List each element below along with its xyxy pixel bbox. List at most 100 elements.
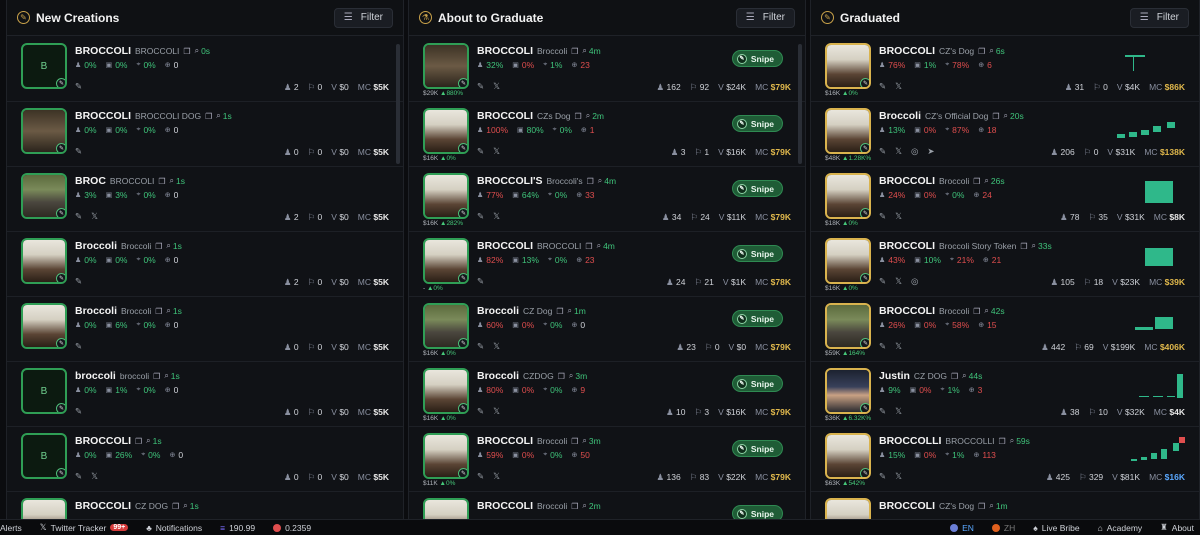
x-icon[interactable]: 𝕏 xyxy=(493,211,500,222)
x-icon[interactable]: 𝕏 xyxy=(895,406,902,417)
search-icon[interactable]: ⌕ xyxy=(195,46,199,56)
token-name[interactable]: Broccoli xyxy=(477,305,519,317)
token-thumbnail[interactable]: ✎ xyxy=(825,238,871,284)
link-icon[interactable]: ✎ xyxy=(477,146,484,157)
token-card[interactable]: ✎ $36K ▲6.32K% Justin CZ DOG ❐ ⌕ 44s ♟ 9% ▣… xyxy=(811,362,1199,427)
token-thumbnail[interactable]: B ✎ xyxy=(21,43,67,89)
copy-icon[interactable]: ❐ xyxy=(999,437,1006,446)
token-thumbnail[interactable]: ✎ xyxy=(423,498,469,519)
x-icon[interactable]: 𝕏 xyxy=(493,406,500,417)
snipe-button[interactable]: ✎ Snipe xyxy=(731,505,783,519)
token-card[interactable]: ✎ BROCCOLI CZ's Dog ❐ ⌕ 1m xyxy=(811,492,1199,519)
token-card[interactable]: ✎ $29K ▲880% BROCCOLI Broccoli ❐ ⌕ 4m ♟ 32%… xyxy=(409,37,805,102)
token-card[interactable]: ✎ Broccoli Broccoli ❐ ⌕ 1s ♟ 0% ▣ 6% ⌖ 0% ⊕ 0… xyxy=(7,297,403,362)
copy-icon[interactable]: ❐ xyxy=(153,372,160,381)
copy-icon[interactable]: ❐ xyxy=(183,47,190,56)
filter-button[interactable]: ☰ Filter xyxy=(333,7,393,28)
link-icon[interactable]: ✎ xyxy=(879,276,886,287)
snipe-button[interactable]: ✎ Snipe xyxy=(731,245,783,262)
about-link[interactable]: ♜ About xyxy=(1160,522,1194,533)
link-icon[interactable]: ✎ xyxy=(879,81,886,92)
token-name[interactable]: BROCCOLI xyxy=(879,305,935,317)
search-icon[interactable]: ⌕ xyxy=(569,371,573,381)
token-card[interactable]: ✎ $59K ▲164% BROCCOLI Broccoli ❐ ⌕ 42s ♟ 26… xyxy=(811,297,1199,362)
token-thumbnail[interactable]: B ✎ xyxy=(21,368,67,414)
token-name[interactable]: BROCCOLI xyxy=(477,435,533,447)
link-icon[interactable]: ✎ xyxy=(879,211,886,222)
snipe-button[interactable]: ✎ Snipe xyxy=(731,440,783,457)
token-card[interactable]: B ✎ broccoli broccoli ❐ ⌕ 1s ♟ 0% ▣ 1% ⌖ 0% ⊕… xyxy=(7,362,403,427)
alerts-link[interactable]: Alerts xyxy=(0,523,22,533)
token-card[interactable]: ✎ $18K ▲0% BROCCOLI Broccoli ❐ ⌕ 26s ♟ 24% … xyxy=(811,167,1199,232)
copy-icon[interactable]: ❐ xyxy=(135,437,142,446)
token-name[interactable]: BROCCOLI xyxy=(477,240,533,252)
token-card[interactable]: B ✎ BROCCOLI BROCCOLI ❐ ⌕ 0s ♟ 0% ▣ 0% ⌖ 0% ⊕… xyxy=(7,37,403,102)
x-icon[interactable]: 𝕏 xyxy=(493,146,500,157)
token-name[interactable]: Broccoli xyxy=(477,370,519,382)
token-name[interactable]: BROCCOLI xyxy=(477,45,533,57)
token-name[interactable]: BROCCOLI xyxy=(477,110,533,122)
token-thumbnail[interactable]: ✎ xyxy=(423,108,469,154)
token-thumbnail[interactable]: B ✎ xyxy=(21,433,67,479)
token-thumbnail[interactable]: ✎ xyxy=(21,173,67,219)
token-name[interactable]: BROCCOLI'S xyxy=(477,175,543,187)
token-card[interactable]: ✎ $16K ▲282% BROCCOLI'S Broccoli's ❐ ⌕ 4m … xyxy=(409,167,805,232)
snipe-button[interactable]: ✎ Snipe xyxy=(731,375,783,392)
token-name[interactable]: BROCCOLI xyxy=(879,240,935,252)
x-icon[interactable]: 𝕏 xyxy=(895,276,902,287)
website-icon[interactable]: ◎ xyxy=(911,276,918,287)
token-name[interactable]: BROCCOLI xyxy=(879,500,935,512)
link-icon[interactable]: ✎ xyxy=(879,146,886,157)
token-card[interactable]: ✎ $48K ▲1.28K% Broccoli CZ's Official Dog … xyxy=(811,102,1199,167)
snipe-button[interactable]: ✎ Snipe xyxy=(731,310,783,327)
website-icon[interactable]: ◎ xyxy=(911,146,918,157)
academy-link[interactable]: ⌂ Academy xyxy=(1098,523,1143,533)
snipe-button[interactable]: ✎ Snipe xyxy=(731,50,783,67)
search-icon[interactable]: ⌕ xyxy=(582,436,586,446)
token-thumbnail[interactable]: ✎ xyxy=(423,43,469,89)
token-name[interactable]: BROCCOLI xyxy=(75,435,131,447)
copy-icon[interactable]: ❐ xyxy=(973,177,980,186)
token-card[interactable]: ✎ BROC BROCCOLI ❐ ⌕ 1s ♟ 3% ▣ 3% ⌖ 0% ⊕ 0 ✎ 𝕏 … xyxy=(7,167,403,232)
token-name[interactable]: BROCCOLLI xyxy=(879,435,941,447)
lang-zh-button[interactable]: ZH xyxy=(991,523,1015,533)
copy-icon[interactable]: ❐ xyxy=(556,307,563,316)
token-name[interactable]: BROCCOLI xyxy=(75,110,131,122)
link-icon[interactable]: ✎ xyxy=(477,276,484,287)
token-name[interactable]: BROCCOLI xyxy=(879,45,935,57)
copy-icon[interactable]: ❐ xyxy=(575,112,582,121)
search-icon[interactable]: ⌕ xyxy=(1010,436,1014,446)
token-thumbnail[interactable]: ✎ xyxy=(423,433,469,479)
token-card[interactable]: ✎ $16K ▲0% Broccoli CZDOG ❐ ⌕ 3m ♟ 80% ▣ 0% … xyxy=(409,362,805,427)
token-name[interactable]: BROCCOLI xyxy=(75,45,131,57)
search-icon[interactable]: ⌕ xyxy=(166,306,170,316)
link-icon[interactable]: ✎ xyxy=(75,81,82,92)
copy-icon[interactable]: ❐ xyxy=(172,502,179,511)
copy-icon[interactable]: ❐ xyxy=(951,372,958,381)
notifications-button[interactable]: ♣ Notifications xyxy=(146,523,202,533)
x-icon[interactable]: 𝕏 xyxy=(895,211,902,222)
copy-icon[interactable]: ❐ xyxy=(587,177,594,186)
copy-icon[interactable]: ❐ xyxy=(155,242,162,251)
token-thumbnail[interactable]: ✎ xyxy=(825,368,871,414)
link-icon[interactable]: ✎ xyxy=(75,406,82,417)
copy-icon[interactable]: ❐ xyxy=(571,47,578,56)
search-icon[interactable]: ⌕ xyxy=(146,436,150,446)
scrollbar[interactable] xyxy=(798,44,802,164)
copy-icon[interactable]: ❐ xyxy=(571,437,578,446)
search-icon[interactable]: ⌕ xyxy=(989,46,993,56)
token-thumbnail[interactable]: ✎ xyxy=(21,108,67,154)
search-icon[interactable]: ⌕ xyxy=(1004,111,1008,121)
search-icon[interactable]: ⌕ xyxy=(183,501,187,511)
token-thumbnail[interactable]: ✎ xyxy=(423,238,469,284)
token-name[interactable]: Broccoli xyxy=(879,110,921,122)
x-icon[interactable]: 𝕏 xyxy=(895,146,902,157)
token-name[interactable]: Justin xyxy=(879,370,910,382)
x-icon[interactable]: 𝕏 xyxy=(91,211,98,222)
search-icon[interactable]: ⌕ xyxy=(962,371,966,381)
token-card[interactable]: ✎ BROCCOLI CZ DOG ❐ ⌕ 1s xyxy=(7,492,403,519)
search-icon[interactable]: ⌕ xyxy=(586,111,590,121)
x-icon[interactable]: 𝕏 xyxy=(91,471,98,482)
token-thumbnail[interactable]: ✎ xyxy=(825,173,871,219)
token-thumbnail[interactable]: ✎ xyxy=(825,108,871,154)
